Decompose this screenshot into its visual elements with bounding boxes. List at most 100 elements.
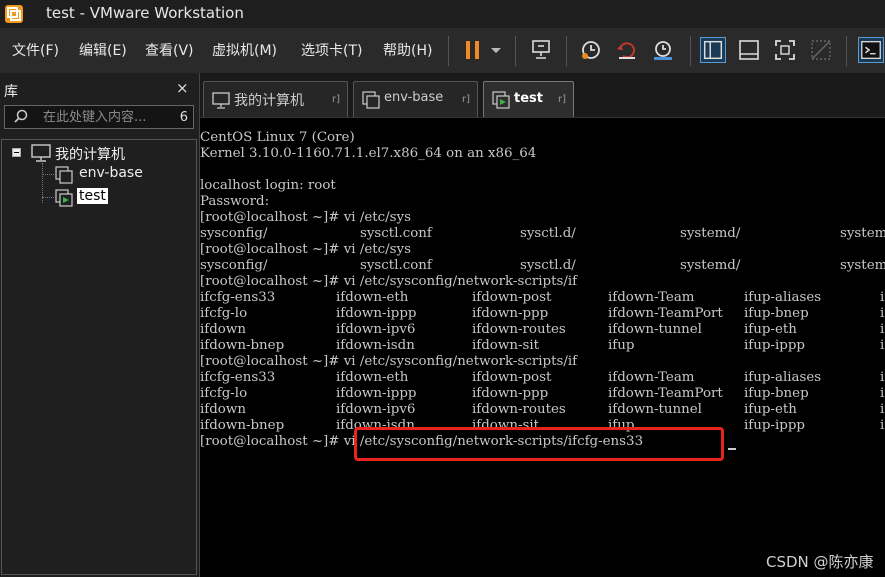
menu-view[interactable]: 查看(V) xyxy=(145,40,194,60)
terminal-line: [root@localhost ~]# vi /etc/sysconfig/ne… xyxy=(200,274,578,289)
library-panel: 库 × 6 我的计算机 env-base test xyxy=(0,73,200,577)
vm-running-icon xyxy=(492,91,510,109)
terminal-cell: ifcfg-ens33 xyxy=(200,290,276,305)
toolbar-separator xyxy=(515,36,516,66)
computer-icon xyxy=(31,144,51,162)
terminal-cell: sysconfig/ xyxy=(200,226,268,241)
terminal-cell: ifup-isdn xyxy=(880,306,885,321)
terminal-line: CentOS Linux 7 (Core) xyxy=(200,130,355,145)
library-search[interactable]: 6 xyxy=(4,105,194,129)
snapshot-icon[interactable] xyxy=(578,37,604,63)
terminal-cell: ifdown-post xyxy=(472,370,552,385)
tab-label: test xyxy=(514,91,543,106)
terminal-cell: ifdown-post xyxy=(472,290,552,305)
terminal-cell: ifup-ipv6 xyxy=(880,290,885,305)
terminal-line: localhost login: root xyxy=(200,178,336,193)
toolbar-separator xyxy=(690,36,691,66)
window-title: test - VMware Workstation xyxy=(46,4,244,22)
vm-icon xyxy=(55,166,73,184)
terminal-cell: ifup-ippp xyxy=(744,338,805,353)
terminal-cursor xyxy=(728,448,736,450)
terminal-cell: ifup-isdn xyxy=(880,386,885,401)
library-view-icon[interactable] xyxy=(700,37,726,63)
terminal-cell: ifup-eth xyxy=(744,322,797,337)
terminal-cell: sysctl.d/ xyxy=(520,226,576,241)
tree-item-env-base[interactable]: env-base xyxy=(79,165,143,181)
terminal-cell: ifdown-tunnel xyxy=(608,322,702,337)
terminal-line: Kernel 3.10.0-1160.71.1.el7.x86_64 on an… xyxy=(200,146,537,161)
chevron-down-icon[interactable] xyxy=(486,37,506,63)
terminal-console[interactable]: CentOS Linux 7 (Core) Kernel 3.10.0-1160.… xyxy=(200,130,885,577)
tab-close-icon[interactable]: r] xyxy=(462,94,470,105)
terminal-cell: sysctl.conf xyxy=(360,226,432,241)
terminal-cell: ifdown-eth xyxy=(336,370,409,385)
terminal-cell: sysconfig/ xyxy=(200,258,268,273)
search-count: 6 xyxy=(179,110,188,125)
terminal-line: Password: xyxy=(200,194,270,209)
terminal-cell: ifcfg-ens33 xyxy=(200,370,276,385)
menu-help[interactable]: 帮助(H) xyxy=(383,40,432,60)
terminal-line: [root@localhost ~]# vi /etc/sys xyxy=(200,242,411,257)
terminal-cell: ifdown-ipv6 xyxy=(336,402,416,417)
tree-item-test[interactable]: test xyxy=(77,188,108,204)
terminal-cell: ifup-plusb xyxy=(880,418,885,433)
pause-icon[interactable] xyxy=(460,37,486,63)
terminal-line: [root@localhost ~]# vi /etc/sys xyxy=(200,210,411,225)
tab-close-icon[interactable]: r] xyxy=(558,94,566,105)
tab-my-computer[interactable]: 我的计算机 r] xyxy=(203,81,348,117)
tab-strip: 我的计算机 r] env-base r] test r] xyxy=(200,73,885,118)
terminal-cell: ifdown-bnep xyxy=(200,418,285,433)
menu-edit[interactable]: 编辑(E) xyxy=(79,40,127,60)
revert-snapshot-icon[interactable] xyxy=(614,37,640,63)
unity-icon[interactable] xyxy=(808,37,834,63)
fullscreen-icon[interactable] xyxy=(772,37,798,63)
tab-label: 我的计算机 xyxy=(234,93,304,109)
terminal-cell: ifdown-Team xyxy=(608,370,695,385)
terminal-cell: ifdown-ppp xyxy=(472,386,549,401)
terminal-cell: system-release xyxy=(840,226,885,241)
thumbnail-bar-icon[interactable] xyxy=(736,37,762,63)
terminal-cell: ifdown xyxy=(200,322,246,337)
menu-vm[interactable]: 虚拟机(M) xyxy=(212,40,277,60)
terminal-cell: ifdown-bnep xyxy=(200,338,285,353)
vm-icon xyxy=(362,91,380,109)
terminal-cell: ifup-eth xyxy=(744,402,797,417)
terminal-cell: ifdown-routes xyxy=(472,402,566,417)
terminal-cell: ifdown-TeamPort xyxy=(608,306,723,321)
terminal-cell: ifup-ipv6 xyxy=(880,370,885,385)
search-input[interactable] xyxy=(43,106,163,128)
menu-tabs[interactable]: 选项卡(T) xyxy=(301,40,362,60)
close-icon[interactable]: × xyxy=(176,79,189,97)
terminal-cell: systemd/ xyxy=(680,258,741,273)
send-ctrl-alt-del-icon[interactable] xyxy=(528,37,554,63)
console-view-icon[interactable] xyxy=(858,37,884,63)
terminal-cell: ifdown-ippp xyxy=(336,386,417,401)
home-icon xyxy=(212,92,230,109)
terminal-cell: ifdown-sit xyxy=(472,338,540,353)
tab-close-icon[interactable]: r] xyxy=(332,94,340,105)
terminal-cell: ifdown-Team xyxy=(608,290,695,305)
terminal-cell: ifup-ippp xyxy=(744,418,805,433)
terminal-cell: ifdown-ippp xyxy=(336,306,417,321)
terminal-cell: ifdown-TeamPort xyxy=(608,386,723,401)
terminal-cell: ifdown-eth xyxy=(336,290,409,305)
terminal-cell: systemd/ xyxy=(680,226,741,241)
snapshot-manager-icon[interactable] xyxy=(650,37,676,63)
tree-connector xyxy=(42,174,54,175)
toolbar-separator xyxy=(846,36,847,66)
terminal-cell: ifup-plip xyxy=(880,402,885,417)
menu-file[interactable]: 文件(F) xyxy=(12,40,59,60)
tree-connector xyxy=(42,197,54,198)
terminal-cell: ifdown-routes xyxy=(472,322,566,337)
terminal-cell: ifup-bnep xyxy=(744,306,809,321)
tree-collapse-toggle[interactable] xyxy=(12,148,21,157)
search-icon xyxy=(14,109,28,123)
terminal-cell: system-release xyxy=(840,258,885,273)
tab-env-base[interactable]: env-base r] xyxy=(353,81,478,117)
vm-tree xyxy=(1,139,197,575)
terminal-cell: ifdown-tunnel xyxy=(608,402,702,417)
tree-item-my-computer[interactable]: 我的计算机 xyxy=(55,144,125,164)
tab-test[interactable]: test r] xyxy=(483,81,574,117)
terminal-cell: ifdown xyxy=(200,402,246,417)
terminal-cell: ifup xyxy=(608,338,635,353)
